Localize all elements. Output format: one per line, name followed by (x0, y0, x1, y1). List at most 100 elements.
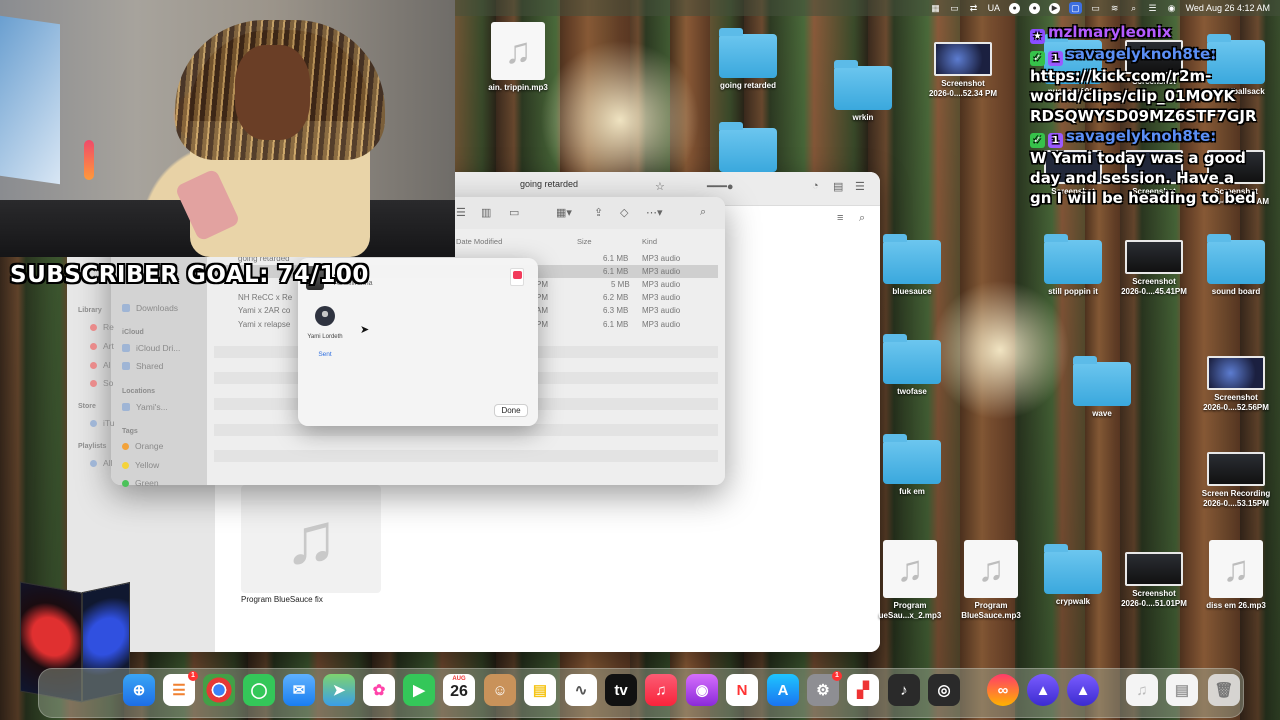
podcasts-icon[interactable]: ◉ (686, 674, 718, 706)
recipient-avatar[interactable] (315, 306, 335, 326)
more-actions-icon[interactable]: ⋯▾ (646, 206, 670, 219)
keyboard-layout-indicator[interactable]: UA (988, 2, 1001, 14)
calendar-icon[interactable]: AUG 26 (443, 674, 475, 706)
facetime-icon[interactable]: ▶ (403, 674, 435, 706)
control-center-grid-icon[interactable]: ▦ (931, 2, 941, 14)
sort-icon[interactable]: ≡ (837, 212, 849, 224)
shared-folder-icon (122, 362, 130, 370)
sidebar-item-downloads[interactable]: Downloads (122, 303, 178, 313)
music-icon[interactable]: ♫ (645, 674, 677, 706)
sidebar-item-icloud-drive[interactable]: iCloud Dri... (122, 343, 180, 353)
column-header-size[interactable]: Size (577, 237, 592, 246)
desktop-screenshot[interactable]: Screenshot 2026-0....52.34 PM (923, 42, 1003, 99)
sidebar-item-itunes-store[interactable]: iTu (90, 418, 115, 428)
play-icon[interactable]: ▶ (1049, 2, 1061, 14)
audio-app-icon[interactable]: ♪ (888, 674, 920, 706)
screen-share-icon[interactable]: ▭ (950, 2, 960, 14)
freeform-icon[interactable]: ∿ (565, 674, 597, 706)
stage-manager-icon[interactable]: ▢ (1069, 2, 1082, 14)
app-launcher-icon[interactable]: ▲ (1027, 674, 1059, 706)
sidebar-item-artists[interactable]: Art (90, 341, 114, 351)
transfer-icon[interactable]: ⇄ (969, 2, 979, 14)
column-view-icon[interactable]: ▥ (481, 206, 493, 219)
photos-icon[interactable]: ✿ (363, 674, 395, 706)
app-launcher-2-icon[interactable]: ▲ (1067, 674, 1099, 706)
reminders-icon[interactable]: ☰ 1 (163, 671, 198, 706)
app-store-icon[interactable]: A (767, 674, 799, 706)
safari-icon[interactable]: ⊕ (123, 674, 155, 706)
creative-cloud-icon[interactable]: ∞ (987, 674, 1019, 706)
sidebar-tag-yellow[interactable]: Yellow (122, 460, 159, 470)
volume-slider[interactable]: ━━━● (707, 180, 757, 193)
trash-icon[interactable]: 🗑 (1208, 674, 1240, 706)
sidebar-item-albums[interactable]: Al (90, 360, 111, 370)
desktop-screen-recording[interactable]: Screen Recording 2026-0....53.15PM (1196, 452, 1276, 509)
chat-message-text: W Yami today was a good day and session.… (1030, 149, 1256, 207)
downloads-icon (122, 304, 130, 312)
chrome-icon[interactable] (203, 674, 235, 706)
chat-icon[interactable]: ▤ (833, 180, 845, 193)
desktop-folder-fuk-em[interactable]: fuk em (872, 434, 952, 497)
search-icon[interactable]: ⌕ (859, 212, 871, 224)
subscriber-badge-icon: 1 (1048, 51, 1063, 66)
done-button[interactable]: Done (494, 404, 528, 417)
sidebar-item-all-playlists[interactable]: All (90, 458, 112, 468)
menubar-datetime[interactable]: Wed Aug 26 4:12 AM (1186, 3, 1270, 13)
folder-icon (883, 334, 941, 384)
media-status-icon[interactable]: ● (1029, 2, 1041, 14)
system-settings-icon[interactable]: ⚙ 1 (807, 671, 842, 706)
siri-icon[interactable]: ◉ (1167, 2, 1177, 14)
share-icon[interactable]: ⇪ (594, 206, 606, 219)
search-icon[interactable]: ⌕ (1129, 2, 1139, 14)
group-icon[interactable]: ▦▾ (556, 206, 578, 219)
sidebar-item-recent[interactable]: Re (90, 322, 114, 332)
messages-icon[interactable]: ◯ (243, 674, 275, 706)
audio-app-2-icon[interactable]: ◎ (928, 674, 960, 706)
user-icon[interactable]: ◔ (812, 180, 824, 192)
column-header-kind[interactable]: Kind (642, 237, 657, 246)
desktop-file-program-bluesauce-x-2[interactable]: ♫ Program ueSau...x_2.mp3 (870, 540, 950, 621)
notes-icon[interactable]: ▤ (524, 674, 556, 706)
gallery-view-icon[interactable]: ▭ (509, 206, 521, 219)
list-icon[interactable]: ☰ (855, 180, 867, 193)
apple-tv-icon[interactable]: tv (605, 674, 637, 706)
mail-icon[interactable]: ✉ (283, 674, 315, 706)
audio-file-thumbnail[interactable]: ♫ (241, 485, 381, 593)
desktop-screenshot[interactable]: Screenshot 2026-0....45.41PM (1114, 240, 1194, 297)
sidebar-item-songs[interactable]: So (90, 378, 113, 388)
desktop-folder-twofase[interactable]: twofase (872, 334, 952, 397)
news-icon[interactable]: N (726, 674, 758, 706)
star-icon[interactable]: ☆ (655, 180, 667, 193)
sidebar-item-computer[interactable]: Yami's... (122, 402, 168, 412)
maps-icon[interactable]: ➤ (323, 674, 355, 706)
desktop-folder[interactable] (708, 122, 788, 172)
desktop-file-program-bluesauce[interactable]: ♫ Program BlueSauce.mp3 (951, 540, 1031, 621)
desktop-screenshot[interactable]: Screenshot 2026-0....51.01PM (1114, 552, 1194, 609)
window-icon[interactable]: ▭ (1091, 2, 1101, 14)
search-icon[interactable]: ⌕ (700, 206, 712, 218)
desktop-folder-going-retarded[interactable]: going retarded (708, 28, 788, 91)
documents-stack-icon[interactable]: ▤ (1166, 674, 1198, 706)
sidebar-item-shared[interactable]: Shared (122, 361, 163, 371)
contacts-icon[interactable]: ☺ (484, 674, 516, 706)
desktop-file-ain-trippin[interactable]: ♫ ain. trippin.mp3 (478, 22, 558, 93)
desktop-file-diss-em-26[interactable]: ♫ diss em 26.mp3 (1196, 540, 1276, 611)
downloads-stack-icon[interactable]: ♫ (1126, 674, 1158, 706)
sidebar-tag-orange[interactable]: Orange (122, 441, 163, 451)
desktop-folder-still-poppin-it[interactable]: still poppin it (1033, 234, 1113, 297)
desktop-folder-sound-board[interactable]: sound board (1196, 234, 1276, 297)
desktop-folder-bluesauce[interactable]: bluesauce (872, 234, 952, 297)
sidebar-heading-locations: Locations (122, 388, 156, 395)
app-status-icon[interactable]: ● (1009, 2, 1021, 14)
preview-icon[interactable]: ▞ (847, 674, 879, 706)
desktop-screenshot[interactable]: Screenshot 2026-0....52.56PM (1196, 356, 1276, 413)
desktop-folder-crypwalk[interactable]: crypwalk (1033, 544, 1113, 607)
column-header-date-modified[interactable]: Date Modified (456, 237, 502, 246)
desktop-folder-wave[interactable]: wave (1062, 356, 1142, 419)
desktop-folder-wrkin[interactable]: wrkin (823, 60, 903, 123)
wifi-icon[interactable]: ≋ (1110, 2, 1120, 14)
list-view-icon[interactable]: ☰ (456, 206, 468, 219)
tag-icon[interactable]: ◇ (620, 206, 632, 219)
sidebar-tag-green[interactable]: Green (122, 478, 159, 488)
control-center-icon[interactable]: ☰ (1148, 2, 1158, 14)
